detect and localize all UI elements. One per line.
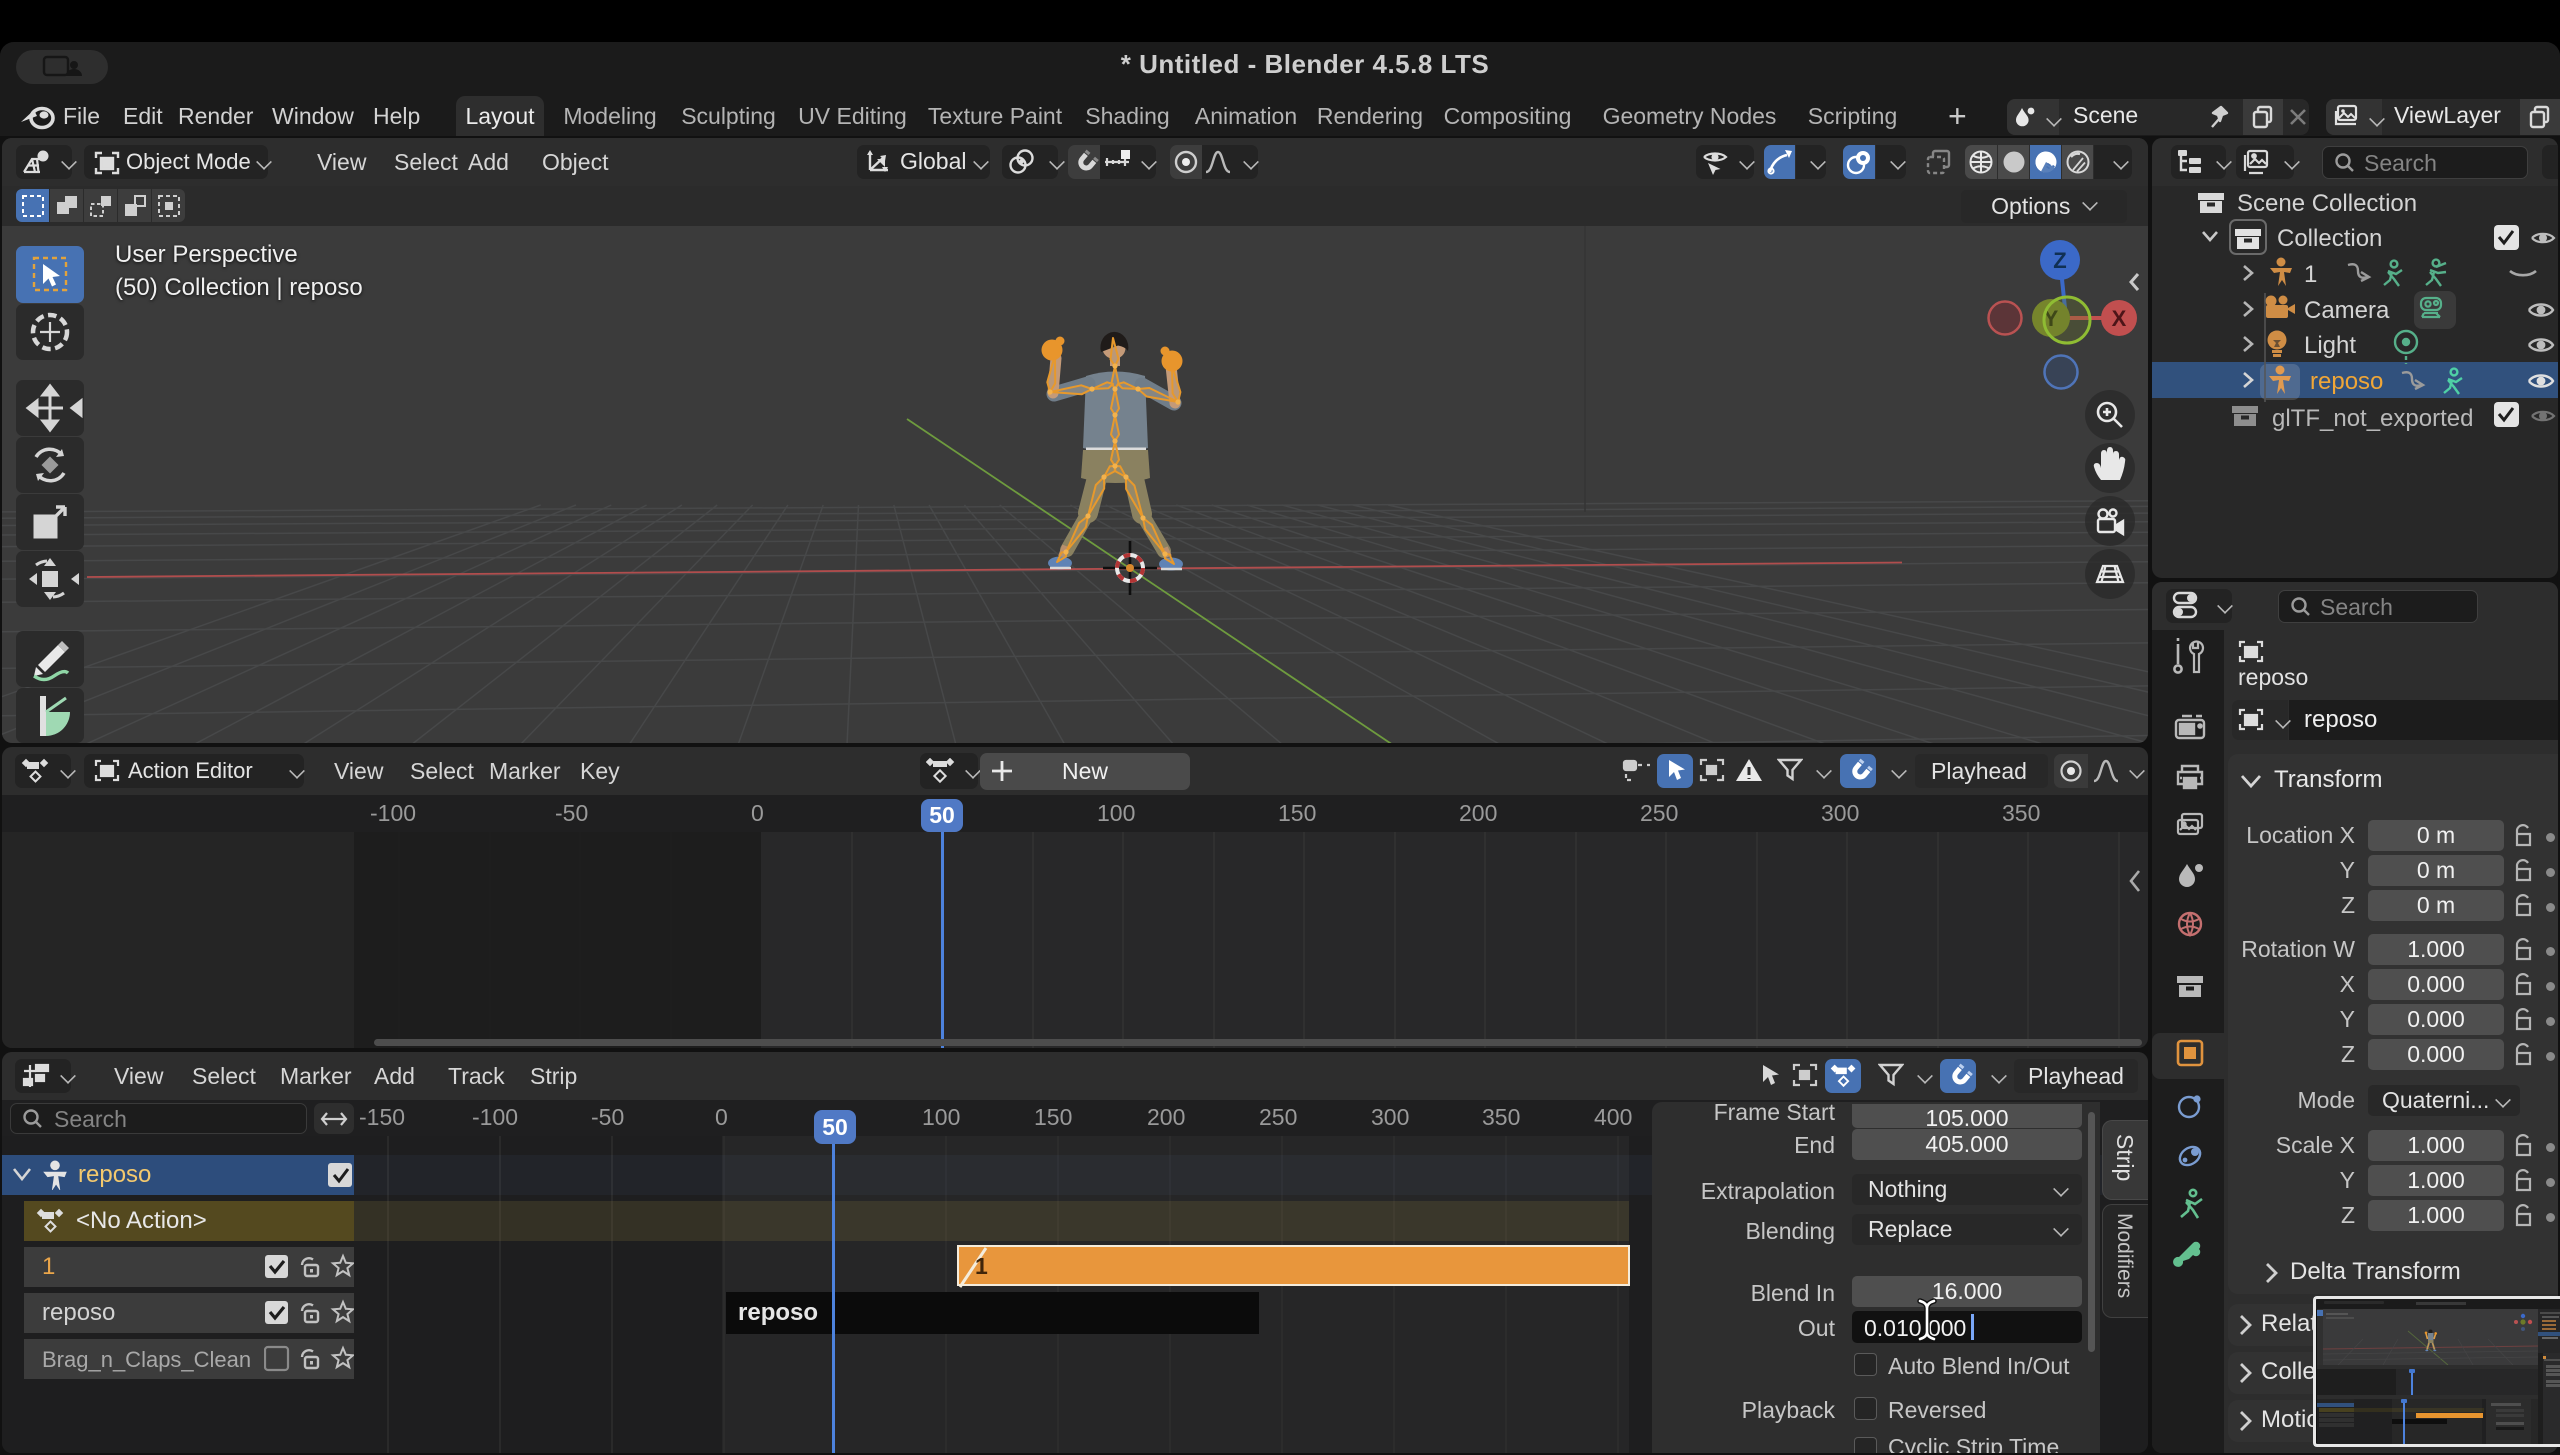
svg-text:reposo: reposo xyxy=(2310,368,2383,395)
svg-text:Collection: Collection xyxy=(2277,225,2382,252)
svg-text:Light: Light xyxy=(2304,332,2356,359)
svg-text:1: 1 xyxy=(2304,261,2317,288)
svg-text:X: X xyxy=(2112,306,2127,331)
svg-text:Z: Z xyxy=(2053,248,2066,273)
svg-text:Scene Collection: Scene Collection xyxy=(2237,190,2417,217)
svg-text:glTF_not_exported: glTF_not_exported xyxy=(2272,405,2473,432)
svg-text:Camera: Camera xyxy=(2304,297,2390,324)
